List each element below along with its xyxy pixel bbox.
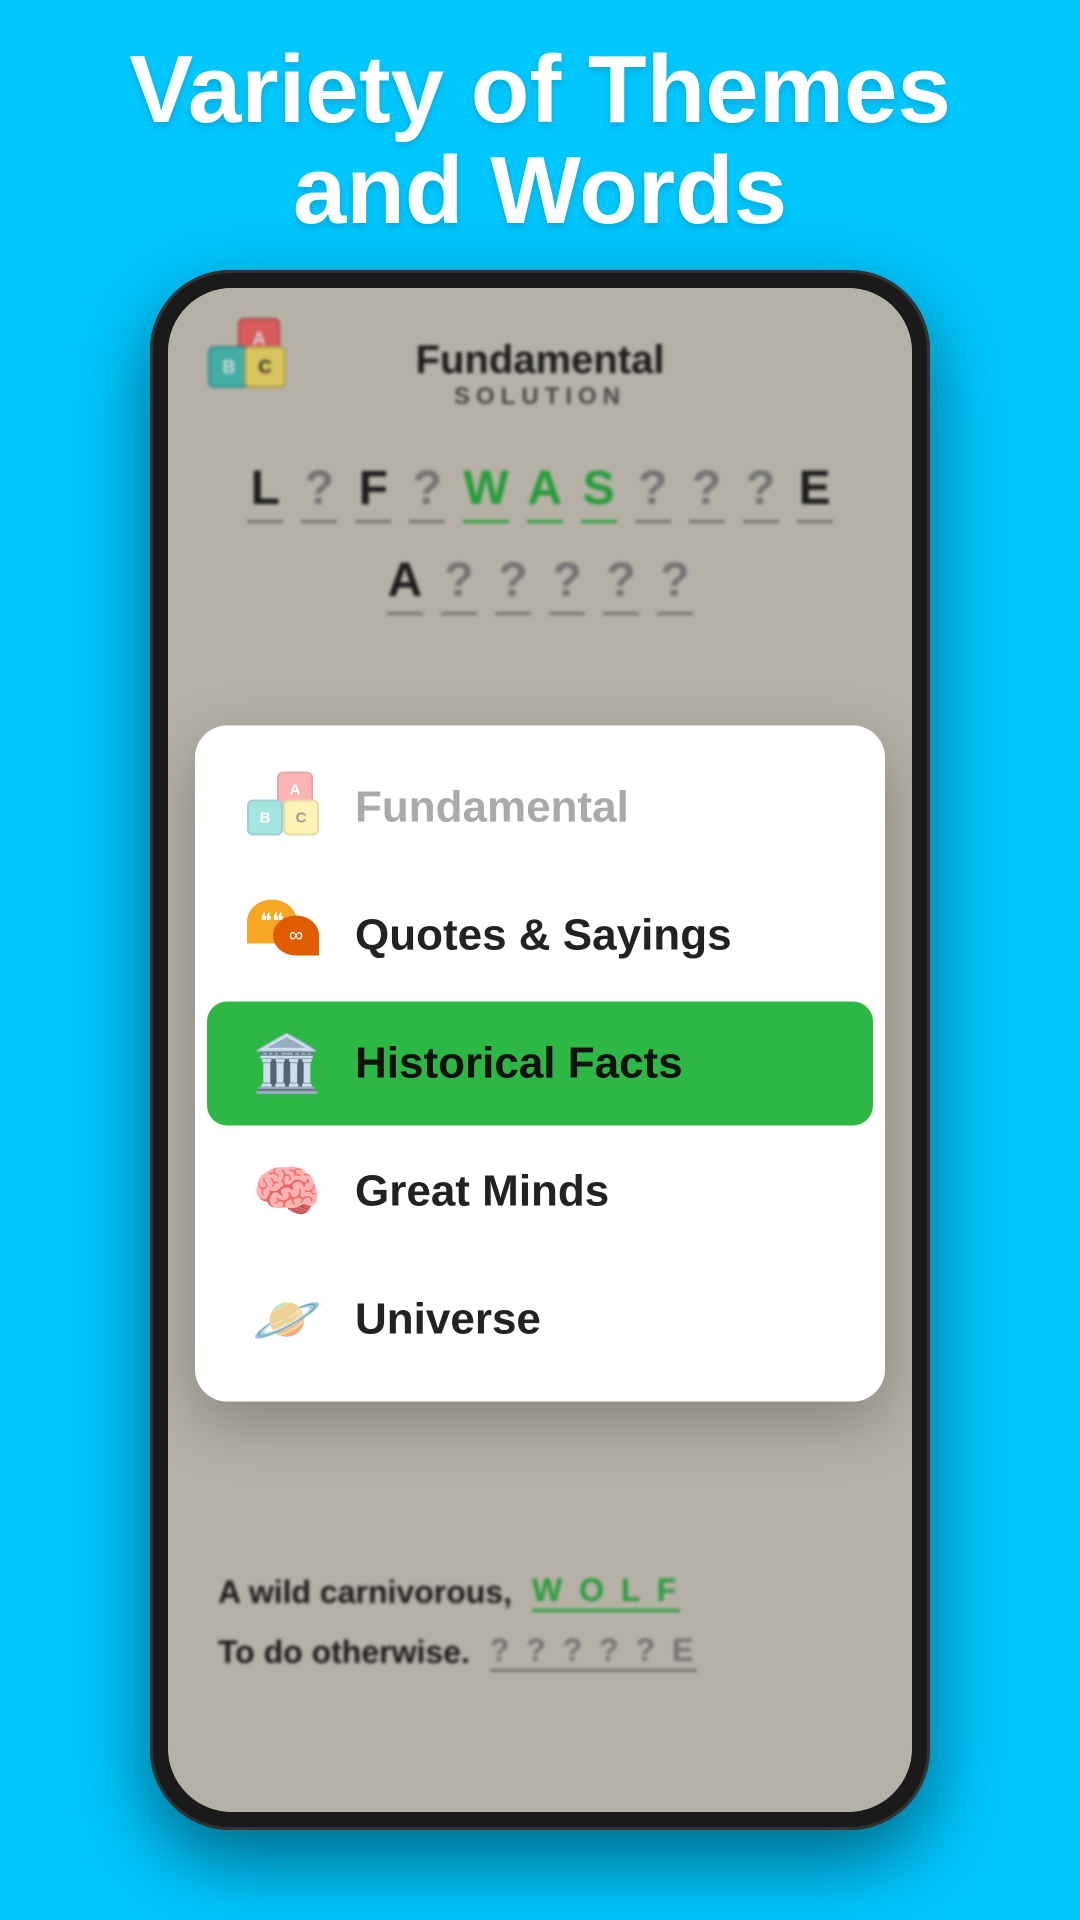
menu-label-universe: Universe: [355, 1295, 541, 1345]
menu-label-quotes: Quotes & Sayings: [355, 911, 732, 961]
menu-item-universe[interactable]: 🪐 Universe: [207, 1258, 873, 1382]
theme-menu: A B C Fundamental ❝❝: [195, 726, 885, 1402]
planet-icon: 🪐: [247, 1280, 327, 1360]
historical-figure-icon: 🏛️: [247, 1024, 327, 1104]
phone-frame: A B C Fundamental SOLUTION L ? F ? W A S…: [150, 270, 930, 1830]
header-line1: Variety of Themes: [129, 36, 951, 143]
menu-label-great-minds: Great Minds: [355, 1167, 609, 1217]
menu-label-historical: Historical Facts: [355, 1039, 683, 1089]
menu-overlay: A B C Fundamental ❝❝: [168, 288, 912, 1812]
menu-item-quotes[interactable]: ❝❝ ∞ Quotes & Sayings: [207, 874, 873, 998]
menu-item-great-minds[interactable]: 🧠 Great Minds: [207, 1130, 873, 1254]
header-line2: and Words: [293, 137, 787, 244]
chat-bubbles-icon: ❝❝ ∞: [247, 896, 327, 976]
menu-item-fundamental[interactable]: A B C Fundamental: [207, 746, 873, 870]
brain-icon: 🧠: [247, 1152, 327, 1232]
abc-blocks-icon: A B C: [247, 768, 327, 848]
menu-label-fundamental: Fundamental: [355, 783, 629, 833]
page-header: Variety of Themes and Words: [0, 40, 1080, 242]
menu-item-historical[interactable]: 🏛️ Historical Facts: [207, 1002, 873, 1126]
phone-screen: A B C Fundamental SOLUTION L ? F ? W A S…: [168, 288, 912, 1812]
